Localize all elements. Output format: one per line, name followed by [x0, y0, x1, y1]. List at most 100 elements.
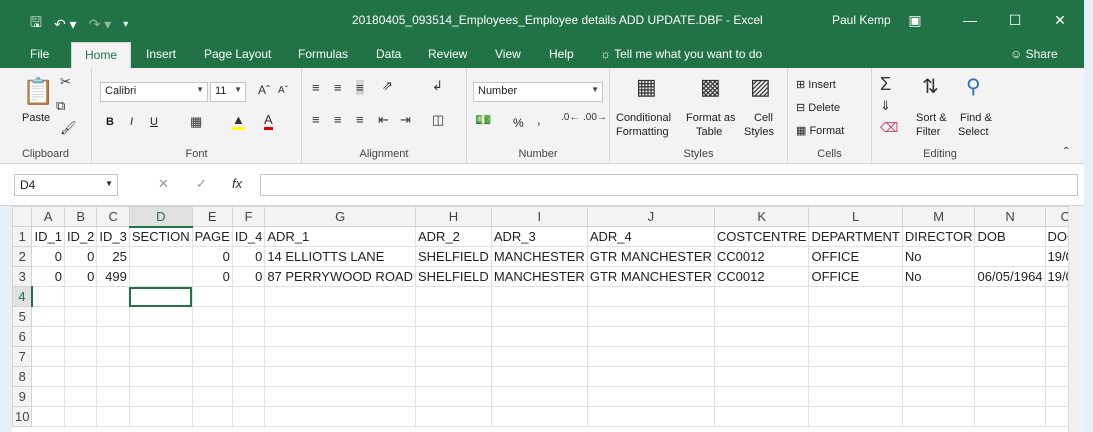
paste-button[interactable]: Paste: [22, 112, 50, 124]
column-header-n[interactable]: N: [974, 206, 1046, 227]
cell-g7[interactable]: [264, 346, 416, 367]
cell-a9[interactable]: [31, 386, 65, 407]
align-left-icon[interactable]: ≡: [312, 112, 320, 127]
currency-icon[interactable]: 💵: [475, 112, 491, 128]
cell-m9[interactable]: [901, 386, 976, 407]
cell-n8[interactable]: [974, 366, 1046, 387]
cell-g2[interactable]: 14 ELLIOTTS LANE: [264, 246, 416, 267]
increase-indent-icon[interactable]: ⇥: [400, 112, 411, 128]
cell-k7[interactable]: [713, 346, 810, 367]
cell-d10[interactable]: [128, 406, 193, 427]
percent-button[interactable]: %: [513, 116, 524, 130]
bold-button[interactable]: B: [106, 116, 114, 128]
cell-d2[interactable]: [128, 246, 193, 267]
cell-h5[interactable]: [415, 306, 492, 327]
cell-i8[interactable]: [490, 366, 588, 387]
cell-a10[interactable]: [31, 406, 65, 427]
cell-d9[interactable]: [128, 386, 193, 407]
redo-icon[interactable]: ↷ ▾: [89, 16, 112, 33]
enter-icon[interactable]: ✓: [196, 176, 207, 192]
borders-icon[interactable]: ▦: [190, 114, 202, 130]
cell-m1[interactable]: DIRECTOR: [901, 226, 976, 247]
column-header-a[interactable]: A: [31, 206, 65, 227]
cell-l3[interactable]: OFFICE: [808, 266, 903, 287]
cell-i6[interactable]: [490, 326, 588, 347]
cell-n7[interactable]: [974, 346, 1046, 367]
format-as-table-icon[interactable]: ▩: [700, 74, 721, 100]
number-format-select[interactable]: Number ▼: [473, 82, 603, 102]
cell-e10[interactable]: [191, 406, 233, 427]
column-header-g[interactable]: G: [264, 206, 416, 227]
top-align-icon[interactable]: ≡: [312, 80, 320, 95]
tab-help[interactable]: Help: [549, 47, 574, 61]
cell-n9[interactable]: [974, 386, 1046, 407]
cell-i1[interactable]: ADR_3: [490, 226, 588, 247]
cell-j1[interactable]: ADR_4: [586, 226, 715, 247]
cell-e8[interactable]: [191, 366, 233, 387]
cell-f2[interactable]: 0: [231, 246, 266, 267]
cell-h7[interactable]: [415, 346, 492, 367]
cell-h10[interactable]: [415, 406, 492, 427]
row-header[interactable]: 5: [12, 306, 33, 327]
cell-i3[interactable]: MANCHESTER: [490, 266, 588, 287]
cell-g8[interactable]: [264, 366, 416, 387]
cell-l4[interactable]: [808, 286, 903, 307]
sort-filter-label-2[interactable]: Filter: [916, 126, 940, 138]
cell-g10[interactable]: [264, 406, 416, 427]
cell-d1[interactable]: SECTION: [128, 226, 193, 247]
cancel-icon[interactable]: ✕: [158, 176, 169, 192]
cell-e6[interactable]: [191, 326, 233, 347]
cell-f9[interactable]: [231, 386, 266, 407]
cell-l2[interactable]: OFFICE: [808, 246, 903, 267]
cell-b1[interactable]: ID_2: [63, 226, 98, 247]
cell-styles-label[interactable]: Cell: [754, 112, 773, 124]
increase-decimal-icon[interactable]: .0←: [561, 112, 579, 123]
cell-m6[interactable]: [901, 326, 976, 347]
cell-k2[interactable]: CC0012: [713, 246, 810, 267]
vertical-scrollbar[interactable]: [1068, 206, 1084, 432]
cell-b9[interactable]: [63, 386, 98, 407]
cell-b8[interactable]: [63, 366, 98, 387]
row-header[interactable]: 10: [12, 406, 33, 427]
cell-n6[interactable]: [974, 326, 1046, 347]
cell-m3[interactable]: No: [901, 266, 976, 287]
cell-a5[interactable]: [31, 306, 65, 327]
tab-data[interactable]: Data: [376, 47, 401, 61]
close-button[interactable]: ✕: [1045, 9, 1075, 31]
cell-l10[interactable]: [808, 406, 903, 427]
cell-k3[interactable]: CC0012: [713, 266, 810, 287]
paste-icon[interactable]: 📋: [22, 76, 54, 107]
cell-a4[interactable]: [31, 286, 65, 307]
tab-file[interactable]: File: [30, 47, 49, 61]
cell-j8[interactable]: [586, 366, 715, 387]
cell-i2[interactable]: MANCHESTER: [490, 246, 588, 267]
cell-styles-icon[interactable]: ▨: [750, 74, 771, 100]
cell-n3[interactable]: 06/05/1964: [974, 266, 1046, 287]
cell-f3[interactable]: 0: [231, 266, 266, 287]
cell-b2[interactable]: 0: [63, 246, 98, 267]
cell-d8[interactable]: [128, 366, 193, 387]
cell-i9[interactable]: [490, 386, 588, 407]
middle-align-icon[interactable]: ≡: [334, 80, 342, 95]
share-button[interactable]: ☺ Share: [1010, 47, 1058, 61]
format-painter-icon[interactable]: 🖌: [60, 120, 77, 136]
cell-c1[interactable]: ID_3: [96, 226, 130, 247]
cell-i10[interactable]: [490, 406, 588, 427]
insert-cells-button[interactable]: ⊞ Insert: [796, 78, 836, 91]
cell-k4[interactable]: [713, 286, 810, 307]
merge-center-icon[interactable]: ◫: [432, 112, 444, 128]
cell-i7[interactable]: [490, 346, 588, 367]
name-box[interactable]: D4 ▼: [14, 174, 118, 196]
tab-page-layout[interactable]: Page Layout: [204, 47, 271, 61]
cell-f6[interactable]: [231, 326, 266, 347]
cell-d7[interactable]: [128, 346, 193, 367]
cell-m10[interactable]: [901, 406, 976, 427]
cell-g3[interactable]: 87 PERRYWOOD ROAD: [264, 266, 416, 287]
cell-j3[interactable]: GTR MANCHESTER: [586, 266, 715, 287]
column-header-f[interactable]: F: [231, 206, 266, 227]
cell-c2[interactable]: 25: [96, 246, 130, 267]
cell-m8[interactable]: [901, 366, 976, 387]
cell-c10[interactable]: [96, 406, 130, 427]
cell-l8[interactable]: [808, 366, 903, 387]
cell-n2[interactable]: [974, 246, 1046, 267]
